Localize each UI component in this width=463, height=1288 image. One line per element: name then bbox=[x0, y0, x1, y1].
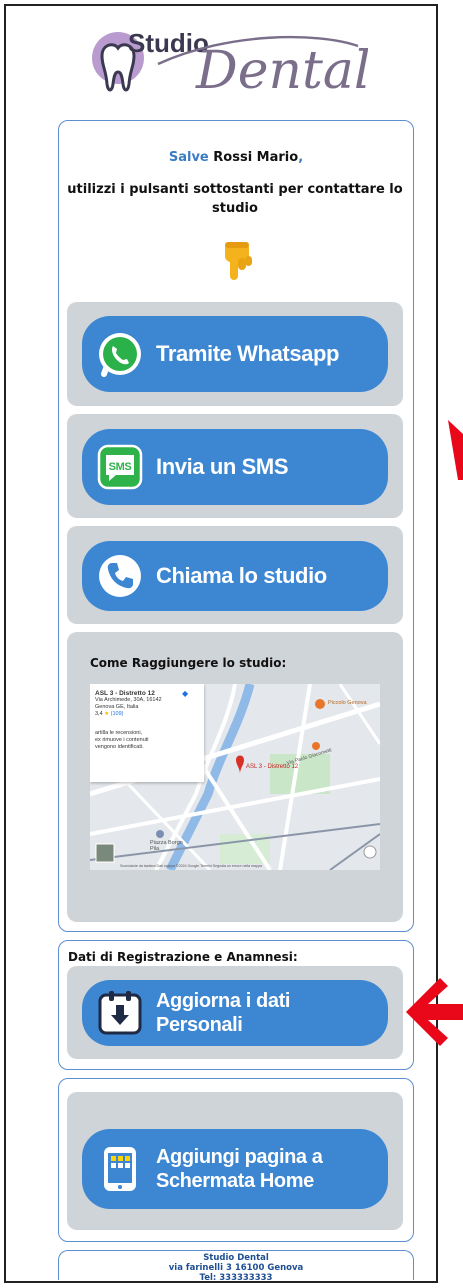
sms-label: Invia un SMS bbox=[156, 454, 289, 479]
calendar-download-icon bbox=[98, 991, 142, 1035]
greeting-name: Rossi Mario bbox=[213, 150, 299, 165]
call-label: Chiama lo studio bbox=[156, 563, 327, 588]
footer-phone: Tel: 333333333 bbox=[199, 1273, 273, 1283]
map-rating: 3,4 bbox=[95, 711, 103, 717]
map-note-3: vengono identificati. bbox=[95, 744, 144, 750]
pointing-down-icon bbox=[225, 242, 252, 280]
greeting-salve: Salve bbox=[168, 150, 209, 165]
map-title: Come Raggiungere lo studio: bbox=[90, 656, 287, 670]
map-reviews-link[interactable]: (109) bbox=[111, 711, 124, 717]
map-info-card: ASL 3 - Distretto 12 Via Archimede, 30A,… bbox=[90, 684, 204, 782]
add-to-homescreen-button[interactable]: Aggiungi pagina a Schermata Home bbox=[82, 1129, 388, 1209]
map-place-address-2: Genova GE, Italia bbox=[95, 704, 139, 710]
greeting-line: Salve Rossi Mario, bbox=[168, 150, 304, 165]
add-to-homescreen-label: Aggiungi pagina a Schermata Home bbox=[156, 1146, 323, 1192]
whatsapp-icon bbox=[99, 333, 141, 377]
studio-dental-logo: Studio Dental bbox=[92, 28, 368, 101]
map-place-address-1: Via Archimede, 30A, 16142 bbox=[95, 697, 162, 703]
red-arrow-partial-icon bbox=[448, 420, 463, 480]
phone-icon bbox=[99, 555, 141, 597]
update-data-label: Aggiorna i dati Personali bbox=[156, 990, 291, 1036]
sms-icon: SMS bbox=[97, 444, 143, 490]
svg-text:Dental: Dental bbox=[195, 41, 368, 101]
sms-button[interactable]: SMS Invia un SMS bbox=[82, 429, 388, 505]
directions-icon[interactable]: ◆ bbox=[182, 690, 188, 698]
registration-title: Dati di Registrazione e Anamnesi: bbox=[68, 950, 298, 964]
map-attribution: Scorciatoie da tastiera Dati mappa ©2024… bbox=[120, 864, 263, 868]
footer-address: via farinelli 3 16100 Genova bbox=[168, 1263, 304, 1273]
map-note-1: artilla le recensioni, bbox=[95, 730, 143, 736]
call-button[interactable]: Chiama lo studio bbox=[82, 541, 388, 611]
map-note-2: ex rimuove i contenuti bbox=[95, 737, 149, 743]
footer-card: Studio Dental via farinelli 3 16100 Geno… bbox=[58, 1250, 414, 1283]
map-poi-3: Piazza Borgo Pila bbox=[150, 840, 183, 852]
whatsapp-label: Tramite Whatsapp bbox=[156, 341, 340, 366]
intro-text: utilizzi i pulsanti sottostanti per cont… bbox=[67, 182, 403, 216]
update-data-button[interactable]: Aggiorna i dati Personali bbox=[82, 980, 388, 1046]
svg-text:SMS: SMS bbox=[109, 461, 132, 473]
tablet-icon bbox=[104, 1147, 136, 1191]
whatsapp-button[interactable]: Tramite Whatsapp bbox=[82, 316, 388, 392]
map-poi-1: Piccolo Genova bbox=[328, 700, 367, 706]
star-icon: ★ bbox=[104, 711, 110, 717]
red-arrow-icon bbox=[406, 978, 463, 1046]
footer-name: Studio Dental bbox=[203, 1253, 269, 1263]
google-map[interactable]: ASL 3 - Distretto 12 Via Archimede, 30A,… bbox=[90, 684, 380, 870]
